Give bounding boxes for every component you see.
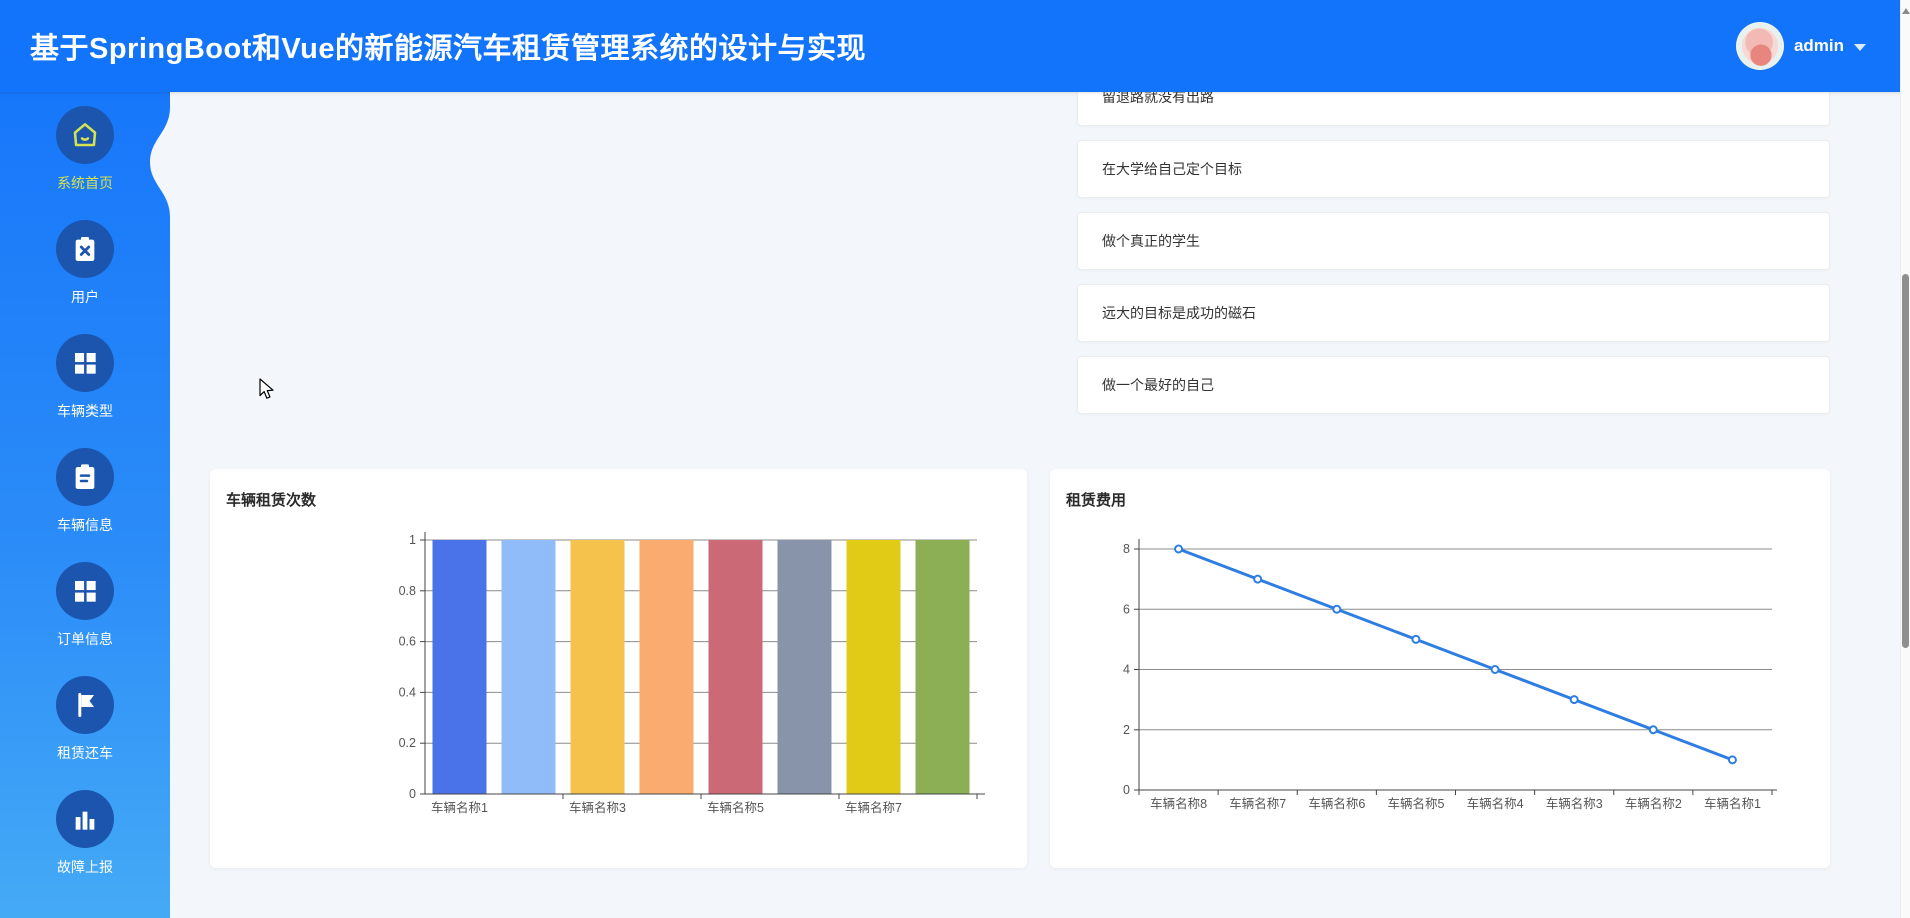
line-chart-card: 租赁费用 02468车辆名称8车辆名称7车辆名称6车辆名称5车辆名称4车辆名称3… — [1050, 469, 1830, 868]
sidebar-item-rental-return[interactable]: 租赁还车 — [0, 662, 170, 776]
svg-text:车辆名称2: 车辆名称2 — [1625, 796, 1682, 811]
quote-card[interactable]: 远大的目标是成功的磁石 — [1077, 284, 1830, 342]
sidebar-item-fault-report[interactable]: 故障上报 — [0, 776, 170, 890]
bar-chart-icon — [56, 790, 114, 848]
sidebar-menu: 系统首页用户车辆类型车辆信息订单信息租赁还车故障上报 — [0, 92, 170, 890]
scrollbar-up-arrow-icon[interactable] — [1902, 8, 1910, 14]
scrollbar-thumb[interactable] — [1902, 274, 1909, 648]
caret-down-icon — [1854, 44, 1866, 51]
quote-list: 留退路就没有出路在大学给自己定个目标做个真正的学生远大的目标是成功的磁石做一个最… — [1077, 92, 1830, 428]
svg-text:车辆名称4: 车辆名称4 — [1467, 796, 1524, 811]
svg-text:2: 2 — [1123, 723, 1130, 737]
home-icon — [56, 106, 114, 164]
sidebar-item-order-info[interactable]: 订单信息 — [0, 548, 170, 662]
sidebar: 系统首页用户车辆类型车辆信息订单信息租赁还车故障上报 — [0, 92, 170, 918]
svg-text:0.4: 0.4 — [399, 685, 416, 699]
quote-text: 远大的目标是成功的磁石 — [1102, 303, 1256, 323]
bar-chart: 0 0.2 0.4 0.6 0.8 1 车辆名称1 车辆名称3 车辆名称5 车辆名称7 — [210, 469, 1027, 868]
sidebar-item-label: 订单信息 — [57, 629, 113, 649]
svg-text:车辆名称5: 车辆名称5 — [1387, 796, 1444, 811]
main-content: 留退路就没有出路在大学给自己定个目标做个真正的学生远大的目标是成功的磁石做一个最… — [170, 92, 1910, 918]
svg-text:0.6: 0.6 — [399, 635, 416, 649]
user-menu[interactable]: admin — [1736, 0, 1866, 92]
svg-text:4: 4 — [1123, 663, 1130, 677]
svg-text:车辆名称7: 车辆名称7 — [1229, 796, 1286, 811]
sidebar-item-label: 故障上报 — [57, 857, 113, 877]
quote-card[interactable]: 做个真正的学生 — [1077, 212, 1830, 270]
svg-text:8: 8 — [1123, 542, 1130, 556]
grid-icon — [56, 562, 114, 620]
sidebar-item-home[interactable]: 系统首页 — [0, 92, 170, 206]
header: 基于SpringBoot和Vue的新能源汽车租赁管理系统的设计与实现 admin — [0, 0, 1910, 92]
svg-text:车辆名称5: 车辆名称5 — [707, 800, 764, 815]
flag-icon — [56, 676, 114, 734]
svg-text:车辆名称8: 车辆名称8 — [1150, 796, 1207, 811]
svg-text:0.8: 0.8 — [399, 584, 416, 598]
username: admin — [1794, 36, 1844, 56]
svg-text:0: 0 — [409, 787, 416, 801]
sidebar-item-label: 用户 — [71, 287, 99, 307]
sidebar-item-vehicle-type[interactable]: 车辆类型 — [0, 320, 170, 434]
clipboard-lines-icon — [56, 448, 114, 506]
clipboard-x-icon — [56, 220, 114, 278]
svg-text:车辆名称3: 车辆名称3 — [569, 800, 626, 815]
sidebar-item-label: 系统首页 — [57, 173, 113, 193]
line-chart: 0 2 4 6 8 车辆名称8 车辆名称7 车辆名称6 车辆名称5 车辆名称4 车辆名称3 车辆名称2… — [1050, 469, 1830, 868]
user-avatar — [1736, 22, 1784, 70]
sidebar-item-label: 租赁还车 — [57, 743, 113, 763]
svg-text:车辆名称3: 车辆名称3 — [1546, 796, 1603, 811]
svg-text:0.2: 0.2 — [399, 736, 416, 750]
sidebar-item-label: 车辆类型 — [57, 401, 113, 421]
sidebar-item-vehicle-info[interactable]: 车辆信息 — [0, 434, 170, 548]
scrollbar-track[interactable] — [1900, 0, 1910, 918]
svg-text:车辆名称7: 车辆名称7 — [845, 800, 902, 815]
quote-card[interactable]: 在大学给自己定个目标 — [1077, 140, 1830, 198]
quote-text: 在大学给自己定个目标 — [1102, 159, 1242, 179]
quote-text: 做一个最好的自己 — [1102, 375, 1214, 395]
grid-icon — [56, 334, 114, 392]
quote-card[interactable]: 做一个最好的自己 — [1077, 356, 1830, 414]
svg-text:6: 6 — [1123, 602, 1130, 616]
svg-text:车辆名称1: 车辆名称1 — [431, 800, 488, 815]
sidebar-item-users[interactable]: 用户 — [0, 206, 170, 320]
quote-text: 做个真正的学生 — [1102, 231, 1200, 251]
sidebar-item-label: 车辆信息 — [57, 515, 113, 535]
svg-text:1: 1 — [409, 533, 416, 547]
svg-text:车辆名称6: 车辆名称6 — [1308, 796, 1365, 811]
quote-text: 留退路就没有出路 — [1102, 92, 1214, 107]
quote-card[interactable]: 留退路就没有出路 — [1077, 92, 1830, 126]
bar-chart-card: 车辆租赁次数 00.20.40.60.81车辆名称1车辆名称3车辆名称5车辆名称… — [210, 469, 1027, 868]
svg-text:0: 0 — [1123, 783, 1130, 797]
svg-text:车辆名称1: 车辆名称1 — [1704, 796, 1761, 811]
page-title: 基于SpringBoot和Vue的新能源汽车租赁管理系统的设计与实现 — [30, 25, 866, 67]
